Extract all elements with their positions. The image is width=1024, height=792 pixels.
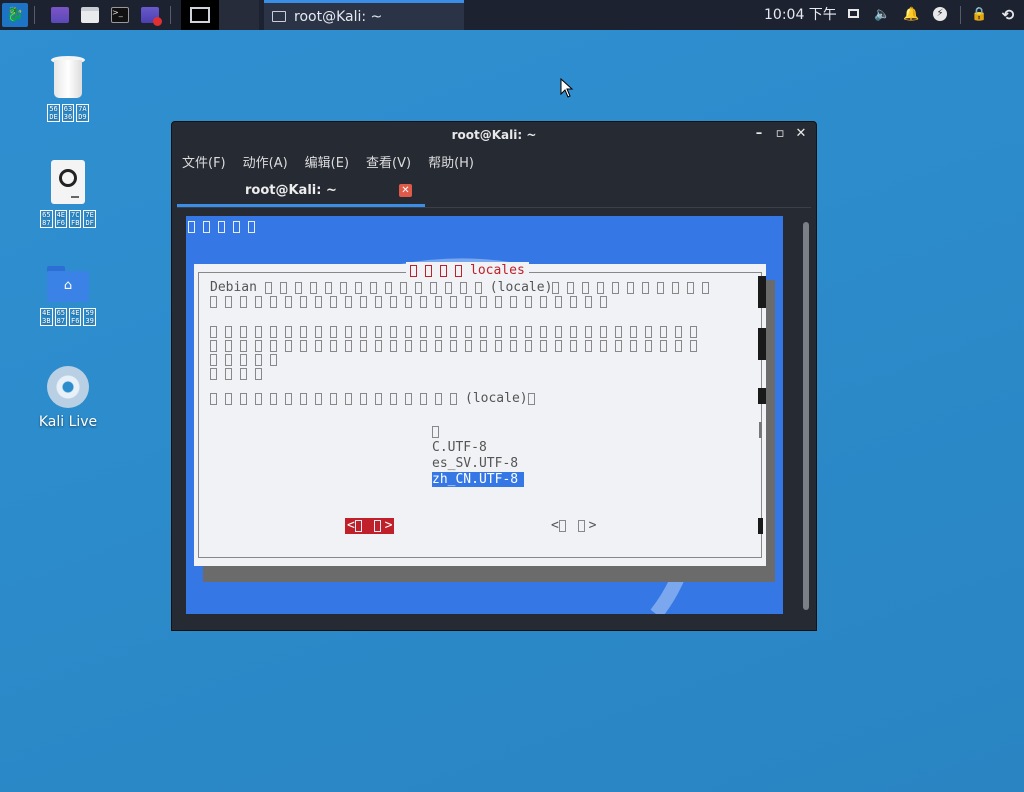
show-desktop-button[interactable]	[48, 3, 72, 27]
terminal-window[interactable]: root@Kali: ~ – ▫ ✕ 文件(F) 动作(A) 编辑(E) 查看(…	[171, 121, 817, 631]
backtitle	[188, 219, 263, 234]
menu-bar: 文件(F) 动作(A) 编辑(E) 查看(V) 帮助(H)	[182, 152, 491, 174]
menu-view[interactable]: 查看(V)	[366, 152, 411, 174]
ok-button[interactable]: < >	[345, 518, 395, 534]
notification-bell-icon[interactable]: 🔔	[903, 7, 919, 23]
dialog-border	[198, 272, 762, 558]
file-manager-launcher[interactable]	[78, 3, 102, 27]
glyph-box: 7C FB	[69, 210, 82, 228]
desktop-icon-home[interactable]: ⌂ 4E 3B65 874E F659 39	[28, 266, 108, 327]
workspace-1[interactable]	[181, 0, 219, 30]
lock-screen-icon[interactable]: 🔒	[971, 7, 987, 23]
dialog-text-line	[210, 367, 270, 381]
drive-icon	[51, 160, 85, 204]
glyph-box: 4E F6	[69, 308, 82, 326]
dialog-text-line	[210, 353, 285, 367]
tab-bar: root@Kali: ~ ✕	[177, 177, 811, 208]
maximize-button[interactable]: ▫	[773, 127, 787, 141]
list-scroll-marker	[759, 422, 762, 438]
volume-icon[interactable]: 🔈	[874, 7, 890, 23]
option-es-sv-utf8[interactable]: es_SV.UTF-8	[432, 456, 518, 471]
dialog-text-line	[210, 325, 705, 339]
glyph-box: 56 DE	[47, 104, 60, 122]
tab-terminal[interactable]: root@Kali: ~ ✕	[177, 177, 425, 207]
folder-icon	[81, 7, 99, 23]
option-none[interactable]	[432, 424, 447, 439]
minimize-button[interactable]: –	[752, 127, 766, 141]
screen-recorder-launcher[interactable]	[138, 3, 162, 27]
desktop-icon-label: Kali Live	[38, 414, 98, 430]
glyph-box: 7E DF	[83, 210, 96, 228]
desktop-icon-kali-live[interactable]: Kali Live	[28, 366, 108, 430]
terminal-launcher[interactable]: >_	[108, 3, 132, 27]
glyph-box: 63 36	[61, 104, 75, 122]
menu-edit[interactable]: 编辑(E)	[305, 152, 349, 174]
selected-option: zh_CN.UTF-8	[432, 472, 525, 487]
desktop-icon-label: 65 874E F67C FB7E DF	[28, 210, 108, 229]
terminal-scrollbar[interactable]	[803, 222, 809, 610]
top-panel: 🐉 >_ root@Kali: ~ 10:04 下午 🔈 🔔 ⚡ 🔒 ⟲	[0, 0, 1024, 30]
glyph-box: 7A D9	[76, 104, 89, 122]
dialog-scroll-marker	[758, 328, 766, 360]
glyph-box: 4E F6	[54, 210, 67, 228]
kali-menu-button[interactable]: 🐉	[2, 3, 28, 27]
desktop-icon	[51, 7, 69, 23]
glyph-box: 65 87	[54, 308, 67, 326]
dialog-scroll-marker	[758, 276, 766, 308]
terminal-icon: >_	[111, 7, 129, 23]
glyph-box: 4E 3B	[40, 308, 53, 326]
close-button[interactable]: ✕	[794, 127, 808, 141]
taskbar-item-label: root@Kali: ~	[294, 8, 383, 25]
panel-separator	[960, 6, 961, 24]
panel-separator	[34, 6, 35, 24]
monitor-icon	[190, 7, 210, 23]
recorder-icon	[141, 7, 162, 26]
debian-word: Debian	[210, 280, 257, 295]
dialog-prompt-line: (locale)	[210, 392, 543, 406]
power-manager-icon[interactable]: ⚡	[933, 7, 949, 23]
glyph-box: 65 87	[40, 210, 53, 228]
desktop-icon-filesystem[interactable]: 65 874E F67C FB7E DF	[28, 160, 108, 229]
logout-icon[interactable]: ⟲	[1000, 7, 1016, 23]
desktop-icon-label: 4E 3B65 874E F659 39	[28, 308, 108, 327]
clock[interactable]: 10:04 下午	[764, 0, 837, 30]
taskbar-terminal-item[interactable]: root@Kali: ~	[264, 0, 464, 30]
cancel-button[interactable]: < >	[551, 518, 596, 534]
option-c-utf8[interactable]: C.UTF-8	[432, 440, 487, 455]
menu-file[interactable]: 文件(F)	[182, 152, 226, 174]
dialog-title-text: locales	[470, 263, 525, 278]
dialog-scroll-marker	[758, 518, 763, 534]
display-icon[interactable]	[845, 7, 861, 23]
terminal-icon	[272, 11, 286, 22]
locale-word: (locale)	[465, 391, 528, 406]
desktop-icon-trash[interactable]: 56 DE63 367A D9	[28, 56, 108, 123]
locale-word: (locale)	[489, 280, 553, 295]
glyph-box: 59 39	[83, 308, 96, 326]
trash-icon	[51, 56, 85, 98]
dialog-text-line: Debian (locale)	[210, 281, 717, 295]
locales-dialog: locales Debian (locale) (locale) C.UTF-8…	[194, 262, 766, 566]
menu-help[interactable]: 帮助(H)	[428, 152, 474, 174]
dialog-text-line	[210, 295, 615, 309]
workspace-2[interactable]	[219, 0, 259, 30]
disc-icon	[47, 366, 89, 408]
kali-dragon-icon: 🐉	[6, 7, 24, 23]
home-folder-icon: ⌂	[47, 266, 89, 302]
mouse-cursor-icon	[560, 78, 574, 98]
option-zh-cn-utf8[interactable]: zh_CN.UTF-8	[432, 472, 525, 487]
tab-label: root@Kali: ~	[245, 183, 337, 198]
dialog-text-line	[210, 339, 705, 353]
dialog-scroll-marker	[758, 388, 766, 404]
panel-separator	[170, 6, 171, 24]
window-title: root@Kali: ~	[451, 128, 537, 142]
desktop-icon-label: 56 DE63 367A D9	[28, 104, 108, 123]
menu-action[interactable]: 动作(A)	[243, 152, 288, 174]
terminal-screen[interactable]: locales Debian (locale) (locale) C.UTF-8…	[186, 216, 783, 614]
tab-close-icon[interactable]: ✕	[399, 184, 412, 197]
dialog-title: locales	[406, 262, 529, 279]
